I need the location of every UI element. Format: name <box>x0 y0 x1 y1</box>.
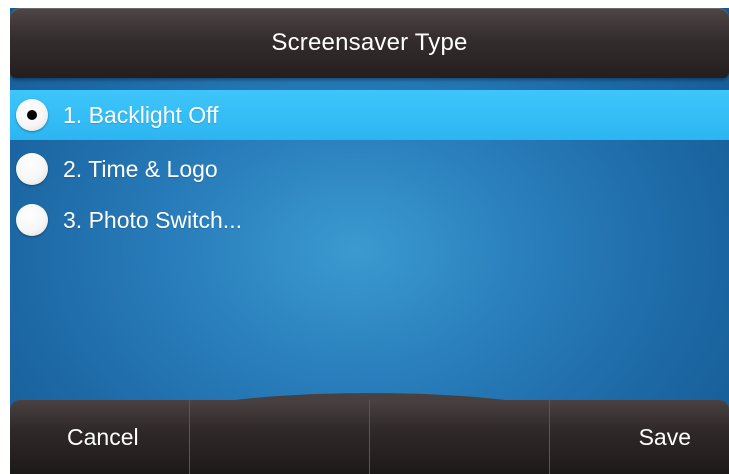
option-photo-switch[interactable]: 3. Photo Switch... <box>10 195 729 245</box>
save-label: Save <box>638 424 691 450</box>
radio-dot-icon <box>27 110 37 120</box>
option-label: 2. Time & Logo <box>63 156 218 182</box>
option-backlight-off[interactable]: 1. Backlight Off <box>10 90 729 140</box>
softkey-3-empty[interactable] <box>370 400 550 474</box>
radio-unselected-icon[interactable] <box>16 204 48 236</box>
title-bar: Screensaver Type <box>10 8 729 78</box>
option-time-and-logo[interactable]: 2. Time & Logo <box>10 144 729 194</box>
option-label: 3. Photo Switch... <box>63 207 242 233</box>
softkey-2-empty[interactable] <box>190 400 370 474</box>
cancel-softkey[interactable]: Cancel <box>10 400 190 474</box>
softkey-bar: Cancel Save <box>10 400 729 474</box>
option-label: 1. Backlight Off <box>63 102 219 128</box>
radio-selected-icon[interactable] <box>16 99 48 131</box>
radio-unselected-icon[interactable] <box>16 153 48 185</box>
screen-title: Screensaver Type <box>271 29 468 56</box>
phone-screen: Screensaver Type 1. Backlight Off 2. Tim… <box>10 8 729 474</box>
save-softkey[interactable]: Save <box>550 400 729 474</box>
cancel-label: Cancel <box>67 424 139 450</box>
